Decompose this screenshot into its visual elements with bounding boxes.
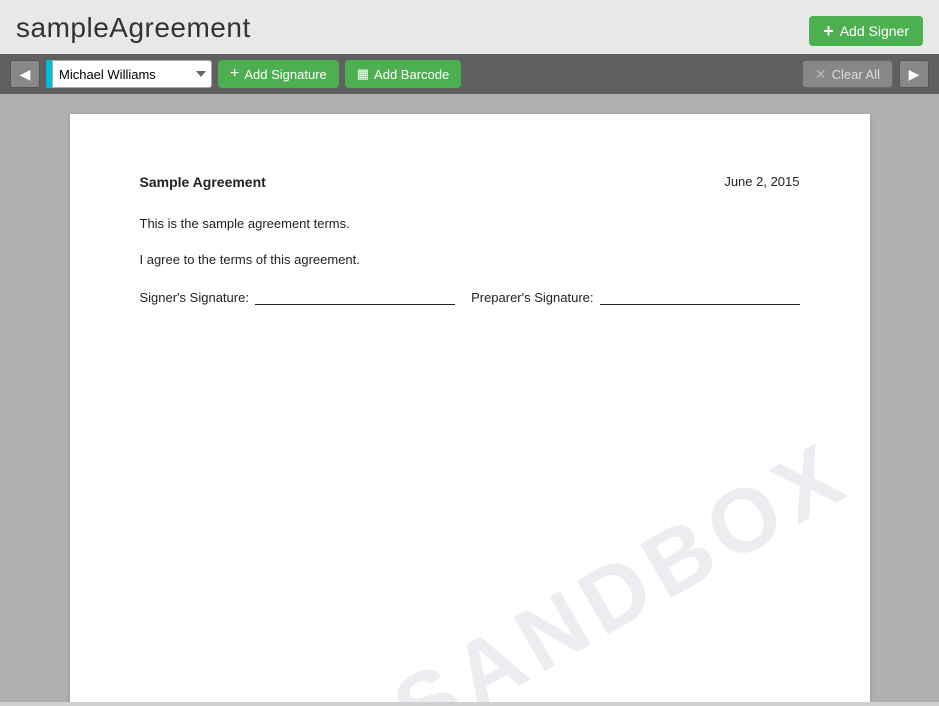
preparer-signature-line [600,289,800,305]
forward-button[interactable]: ▶ [899,60,929,88]
signer-selector-wrap: Michael Williams [46,60,212,88]
back-arrow-icon: ◀ [20,66,31,83]
preparer-signature-label: Preparer's Signature: [471,290,593,305]
signer-select[interactable]: Michael Williams [52,60,212,88]
back-button[interactable]: ◀ [10,60,40,88]
x-icon: ✕ [815,66,827,83]
watermark: SANDBOX [376,421,866,702]
plus-icon-signature: + [230,66,239,82]
toolbar: ◀ Michael Williams + Add Signature ▦ Add… [0,54,939,94]
barcode-icon: ▦ [357,66,369,82]
signature-row: Signer's Signature: Preparer's Signature… [140,289,800,305]
forward-arrow-icon: ▶ [909,66,920,83]
clear-all-label: Clear All [832,67,880,82]
document-body-line2: I agree to the terms of this agreement. [140,250,800,270]
plus-icon: + [823,22,834,40]
add-barcode-label: Add Barcode [374,67,449,82]
signer-signature-label: Signer's Signature: [140,290,249,305]
main-content: Sample Agreement June 2, 2015 This is th… [0,94,939,702]
add-signature-button[interactable]: + Add Signature [218,60,339,88]
add-signer-button[interactable]: + Add Signer [809,16,923,46]
app-header: sampleAgreement + Add Signer [0,0,939,54]
document-title: Sample Agreement [140,174,266,190]
add-signature-label: Add Signature [244,67,326,82]
clear-all-button[interactable]: ✕ Clear All [802,60,893,88]
document-page: Sample Agreement June 2, 2015 This is th… [70,114,870,702]
app-title: sampleAgreement [16,12,251,44]
document-body: This is the sample agreement terms. I ag… [140,214,800,269]
document-header-row: Sample Agreement June 2, 2015 [140,174,800,190]
signer-signature-line [255,289,455,305]
document-date: June 2, 2015 [724,174,799,189]
add-signer-label: Add Signer [840,23,909,39]
document-body-line1: This is the sample agreement terms. [140,214,800,234]
add-barcode-button[interactable]: ▦ Add Barcode [345,60,461,88]
